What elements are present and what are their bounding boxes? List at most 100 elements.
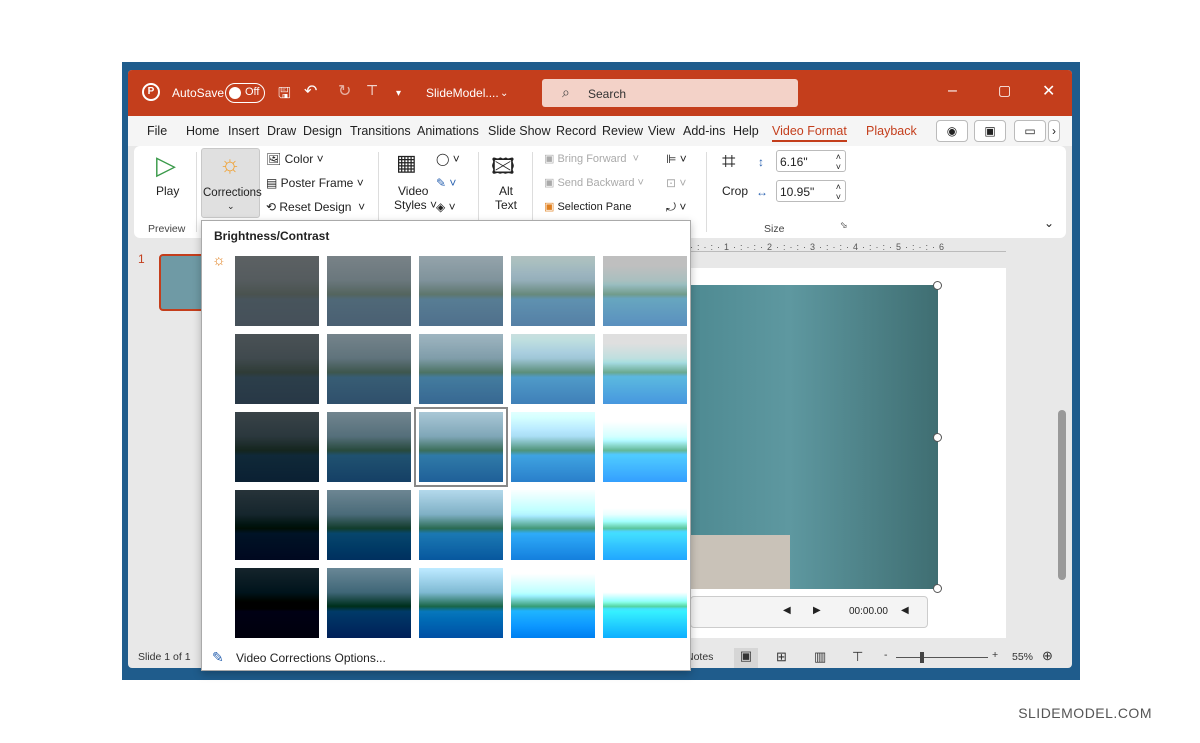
video-shape-icon[interactable]: ◯ ˅ (436, 152, 460, 166)
tab-animations[interactable]: Animations (417, 124, 479, 138)
height-input[interactable]: 6.16" ˄ ˅ (776, 150, 846, 172)
bring-forward-button[interactable]: ▣ Bring Forward ˅ (544, 152, 639, 165)
tab-home[interactable]: Home (186, 124, 219, 138)
group-icon[interactable]: ⊡ ˅ (666, 176, 686, 190)
slide-sorter-icon[interactable]: ⊞ (776, 649, 787, 665)
tab-insert[interactable]: Insert (228, 124, 259, 138)
volume-icon[interactable]: ◀ (901, 605, 909, 616)
correction-preset[interactable] (327, 334, 411, 404)
crop-button[interactable]: Crop (722, 184, 748, 198)
height-spinner[interactable]: ˄ ˅ (836, 152, 841, 172)
tab-file[interactable]: File (147, 124, 167, 138)
scroll-tabs-right[interactable]: › (1048, 120, 1060, 142)
tab-record[interactable]: Record (556, 124, 596, 138)
redo-icon[interactable]: ↻ (338, 81, 351, 101)
teams-button[interactable]: ▣ (974, 120, 1006, 142)
search-input[interactable]: ⌕ Search (542, 79, 798, 107)
video-border-icon[interactable]: ✎ ˅ (436, 176, 456, 190)
tab-playback[interactable]: Playback (866, 124, 917, 138)
tab-add-ins[interactable]: Add-ins (683, 124, 725, 138)
alt-text-button[interactable]: Alt (499, 184, 513, 198)
zoom-level[interactable]: 55% (1012, 651, 1033, 663)
size-dialog-launcher-icon[interactable]: ⬂ (840, 220, 848, 231)
autosave-toggle[interactable]: Off (225, 83, 265, 103)
resize-handle[interactable] (933, 584, 942, 593)
zoom-slider[interactable] (896, 652, 988, 663)
tab-help[interactable]: Help (733, 124, 759, 138)
tab-draw[interactable]: Draw (267, 124, 296, 138)
save-icon[interactable]: 🖫 (278, 83, 291, 108)
video-frame[interactable] (690, 285, 938, 589)
tab-review[interactable]: Review (602, 124, 643, 138)
slideshow-view-icon[interactable]: ⊤ (852, 649, 863, 665)
video-corrections-options[interactable]: Video Corrections Options... (236, 651, 386, 665)
minimize-icon[interactable]: – (948, 82, 957, 100)
correction-preset[interactable] (327, 490, 411, 560)
send-backward-button[interactable]: ▣ Send Backward ˅ (544, 176, 644, 189)
width-spinner[interactable]: ˄ ˅ (836, 182, 841, 202)
crop-icon: ⌗ (722, 148, 736, 175)
tab-slide-show[interactable]: Slide Show (488, 124, 551, 138)
undo-icon[interactable]: ↶ (304, 81, 317, 101)
correction-preset[interactable] (419, 568, 503, 638)
correction-preset[interactable] (511, 412, 595, 482)
filename[interactable]: SlideModel.... (426, 86, 499, 100)
comments-button[interactable]: ▭ (1014, 120, 1046, 142)
step-forward-icon[interactable]: ▶ (813, 605, 821, 616)
rotate-icon[interactable]: ⤾ ˅ (666, 200, 686, 215)
video-effects-icon[interactable]: ◈ ˅ (436, 200, 456, 214)
play-button[interactable]: Play (156, 184, 179, 198)
color-button[interactable]: 🖼 Color ˅ (266, 152, 324, 166)
corrections-button[interactable]: ☼ Corrections ⌄ (201, 148, 262, 218)
correction-preset[interactable] (511, 256, 595, 326)
correction-preset[interactable] (235, 334, 319, 404)
zoom-in-button[interactable]: + (992, 649, 998, 661)
correction-preset[interactable] (419, 334, 503, 404)
correction-preset[interactable] (235, 256, 319, 326)
customize-qat-icon[interactable]: ▾ (396, 88, 401, 99)
correction-preset[interactable] (414, 407, 508, 487)
reading-view-icon[interactable]: ▥ (814, 649, 826, 665)
correction-preset[interactable] (603, 490, 687, 560)
resize-handle[interactable] (933, 433, 942, 442)
zoom-slider-thumb[interactable] (919, 652, 924, 663)
correction-preset[interactable] (327, 412, 411, 482)
correction-preset[interactable] (511, 568, 595, 638)
correction-preset[interactable] (603, 568, 687, 638)
collapse-ribbon-icon[interactable]: ⌄ (1044, 216, 1054, 230)
correction-preset[interactable] (327, 256, 411, 326)
align-icon[interactable]: ⊫ ˅ (666, 152, 687, 166)
correction-preset[interactable] (419, 256, 503, 326)
chevron-down-icon[interactable]: ⌄ (500, 88, 508, 99)
poster-frame-button[interactable]: ▤ Poster Frame ˅ (266, 176, 364, 190)
correction-preset[interactable] (419, 490, 503, 560)
tab-design[interactable]: Design (303, 124, 342, 138)
vertical-scrollbar[interactable] (1058, 410, 1066, 580)
fit-to-window-icon[interactable]: ⊕ (1042, 648, 1053, 664)
correction-preset[interactable] (603, 412, 687, 482)
tab-video-format[interactable]: Video Format (772, 124, 847, 142)
maximize-icon[interactable]: ▢ (998, 82, 1011, 99)
tab-transitions[interactable]: Transitions (350, 124, 411, 138)
correction-preset[interactable] (511, 334, 595, 404)
correction-preset[interactable] (235, 412, 319, 482)
video-styles-button[interactable]: Video (398, 184, 428, 198)
tab-view[interactable]: View (648, 124, 675, 138)
normal-view-icon[interactable]: ▣ (734, 648, 758, 668)
video-styles-label[interactable]: Styles ˅ (394, 198, 437, 212)
step-back-icon[interactable]: ◀ (783, 605, 791, 616)
correction-preset[interactable] (327, 568, 411, 638)
reset-design-button[interactable]: ⟲ Reset Design ˅ (266, 200, 365, 214)
present-icon[interactable]: ⊤ (366, 82, 378, 99)
correction-preset[interactable] (235, 568, 319, 638)
correction-preset[interactable] (603, 256, 687, 326)
resize-handle[interactable] (933, 281, 942, 290)
selection-pane-button[interactable]: ▣ Selection Pane (544, 200, 631, 213)
correction-preset[interactable] (603, 334, 687, 404)
width-input[interactable]: 10.95" ˄ ˅ (776, 180, 846, 202)
close-icon[interactable]: ✕ (1042, 81, 1055, 101)
correction-preset[interactable] (511, 490, 595, 560)
correction-preset[interactable] (235, 490, 319, 560)
zoom-out-button[interactable]: - (884, 649, 888, 661)
record-button[interactable]: ◉ (936, 120, 968, 142)
